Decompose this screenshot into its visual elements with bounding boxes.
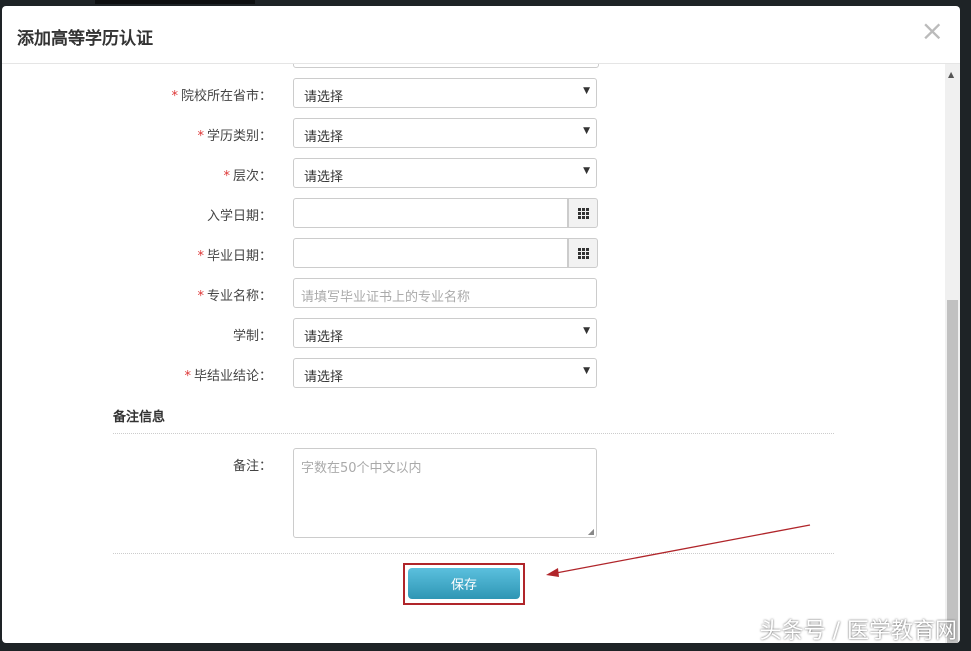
watermark: 头条号 / 医学教育网 — [760, 613, 957, 645]
annotation-arrow — [0, 0, 971, 651]
